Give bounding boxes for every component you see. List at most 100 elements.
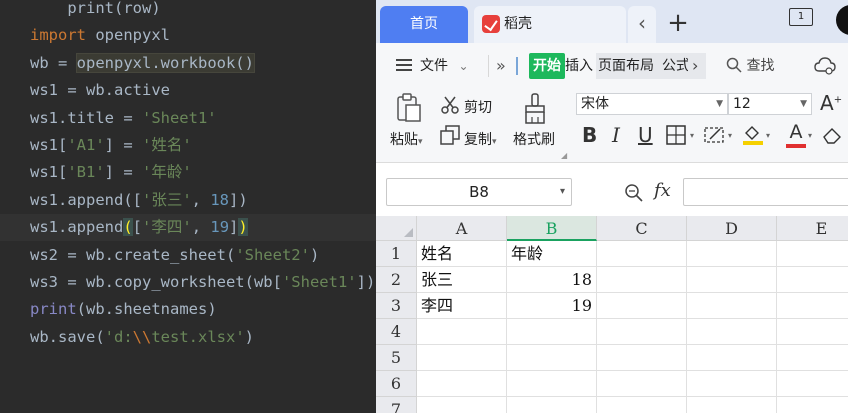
- table-cell[interactable]: [687, 371, 777, 397]
- table-cell[interactable]: [777, 319, 848, 345]
- chevron-down-icon[interactable]: ▾: [808, 131, 812, 140]
- font-name-select[interactable]: 宋体 ▼: [576, 93, 728, 115]
- table-cell[interactable]: [597, 345, 687, 371]
- column-header[interactable]: E: [777, 216, 848, 241]
- copy-icon[interactable]: [440, 125, 460, 145]
- expand-menu-button[interactable]: »: [496, 53, 506, 79]
- table-cell[interactable]: [597, 267, 687, 293]
- underline-button[interactable]: U: [638, 123, 653, 147]
- chevron-down-icon[interactable]: ▾: [766, 131, 770, 140]
- table-cell[interactable]: [687, 267, 777, 293]
- font-size-select[interactable]: 12 ▼: [728, 93, 812, 115]
- code-line[interactable]: ws1.append(['张三', 18]): [0, 187, 376, 214]
- cut-button[interactable]: 剪切: [464, 97, 492, 117]
- table-cell[interactable]: [597, 293, 687, 319]
- increase-font-size-icon[interactable]: A+: [820, 91, 842, 115]
- format-painter-button[interactable]: 格式刷: [513, 129, 555, 149]
- table-cell[interactable]: [417, 319, 507, 345]
- table-cell[interactable]: 姓名: [417, 241, 507, 267]
- table-cell[interactable]: [507, 319, 597, 345]
- table-cell[interactable]: [777, 371, 848, 397]
- table-cell[interactable]: [417, 345, 507, 371]
- code-line[interactable]: import openpyxl: [0, 22, 376, 49]
- cell-style-icon[interactable]: [704, 125, 726, 145]
- avatar[interactable]: [836, 5, 848, 35]
- format-painter-icon[interactable]: [524, 93, 546, 125]
- table-cell[interactable]: [687, 397, 777, 413]
- table-cell[interactable]: [687, 293, 777, 319]
- table-cell[interactable]: 张三: [417, 267, 507, 293]
- fill-color-icon[interactable]: [742, 123, 764, 145]
- column-header[interactable]: B: [507, 216, 597, 241]
- code-editor[interactable]: print(row) import openpyxl wb = openpyxl.w…: [0, 0, 376, 413]
- file-menu[interactable]: 文件 ⌄: [420, 53, 469, 79]
- table-cell[interactable]: [507, 371, 597, 397]
- tab-page-layout[interactable]: 页面布局: [598, 53, 654, 79]
- table-cell[interactable]: [777, 397, 848, 413]
- select-all-corner[interactable]: [376, 216, 417, 241]
- code-line[interactable]: print(wb.sheetnames): [0, 296, 376, 323]
- code-line[interactable]: ws1['A1'] = '姓名': [0, 132, 376, 159]
- italic-button[interactable]: I: [612, 123, 620, 147]
- zoom-icon[interactable]: [624, 183, 644, 203]
- paste-button[interactable]: 粘贴▾: [390, 129, 423, 149]
- column-header[interactable]: D: [687, 216, 777, 241]
- search-button[interactable]: 查找: [726, 53, 774, 79]
- row-header[interactable]: 1: [376, 241, 417, 267]
- row-header[interactable]: 3: [376, 293, 417, 319]
- row-header[interactable]: 6: [376, 371, 417, 397]
- table-cell[interactable]: [777, 345, 848, 371]
- table-cell[interactable]: [597, 371, 687, 397]
- table-cell[interactable]: 李四: [417, 293, 507, 319]
- tab-daoke[interactable]: 稻壳: [474, 6, 626, 43]
- table-cell[interactable]: [507, 397, 597, 413]
- code-line[interactable]: print(row): [0, 0, 376, 22]
- table-cell[interactable]: [417, 397, 507, 413]
- table-cell[interactable]: [417, 371, 507, 397]
- table-cell[interactable]: [777, 293, 848, 319]
- code-line[interactable]: ws1.title = 'Sheet1': [0, 105, 376, 132]
- table-cell[interactable]: [687, 241, 777, 267]
- paste-icon[interactable]: [396, 93, 422, 123]
- code-line[interactable]: ws1 = wb.active: [0, 77, 376, 104]
- tab-insert[interactable]: 插入: [565, 53, 593, 79]
- tab-start[interactable]: 开始: [529, 53, 565, 79]
- font-color-button[interactable]: A: [786, 121, 806, 148]
- copy-button[interactable]: 复制▾: [464, 129, 497, 149]
- borders-icon[interactable]: [666, 125, 688, 145]
- chevron-down-icon[interactable]: ▾: [690, 131, 694, 140]
- code-line[interactable]: ws1['B1'] = '年龄': [0, 159, 376, 186]
- cell-reference-box[interactable]: B8 ▾: [386, 178, 572, 206]
- table-cell[interactable]: [687, 345, 777, 371]
- row-header[interactable]: 5: [376, 345, 417, 371]
- column-header[interactable]: C: [597, 216, 687, 241]
- row-header[interactable]: 2: [376, 267, 417, 293]
- table-cell[interactable]: [597, 241, 687, 267]
- code-line[interactable]: wb.save('d:\\test.xlsx'): [0, 324, 376, 351]
- table-cell[interactable]: 年龄: [507, 241, 597, 267]
- row-header[interactable]: 7: [376, 397, 417, 413]
- row-header[interactable]: 4: [376, 319, 417, 345]
- code-line[interactable]: wb = openpyxl.workbook(): [0, 50, 376, 77]
- bold-button[interactable]: B: [582, 123, 597, 147]
- table-cell[interactable]: [597, 397, 687, 413]
- table-cell[interactable]: [777, 267, 848, 293]
- eraser-icon[interactable]: [822, 125, 844, 145]
- tab-formula[interactable]: 公式: [662, 53, 688, 79]
- more-tabs-button[interactable]: ›: [692, 53, 698, 79]
- code-line[interactable]: ws2 = wb.create_sheet('Sheet2'): [0, 242, 376, 269]
- formula-input[interactable]: [683, 178, 848, 206]
- table-cell[interactable]: 19: [507, 293, 597, 319]
- window-count-icon[interactable]: 1: [789, 8, 813, 26]
- table-cell[interactable]: [777, 241, 848, 267]
- code-line[interactable]: ws1.append(['李四', 19]): [0, 214, 376, 242]
- column-header[interactable]: A: [417, 216, 507, 241]
- code-line[interactable]: ws3 = wb.copy_worksheet(wb['Sheet1']): [0, 269, 376, 296]
- new-tab-button[interactable]: +: [664, 6, 692, 43]
- table-cell[interactable]: 18: [507, 267, 597, 293]
- scissors-icon[interactable]: [440, 95, 460, 115]
- chevron-down-icon[interactable]: ▾: [728, 131, 732, 140]
- table-cell[interactable]: [597, 319, 687, 345]
- clipboard-expander-icon[interactable]: ◢: [561, 151, 567, 160]
- tab-home[interactable]: 首页: [380, 6, 468, 43]
